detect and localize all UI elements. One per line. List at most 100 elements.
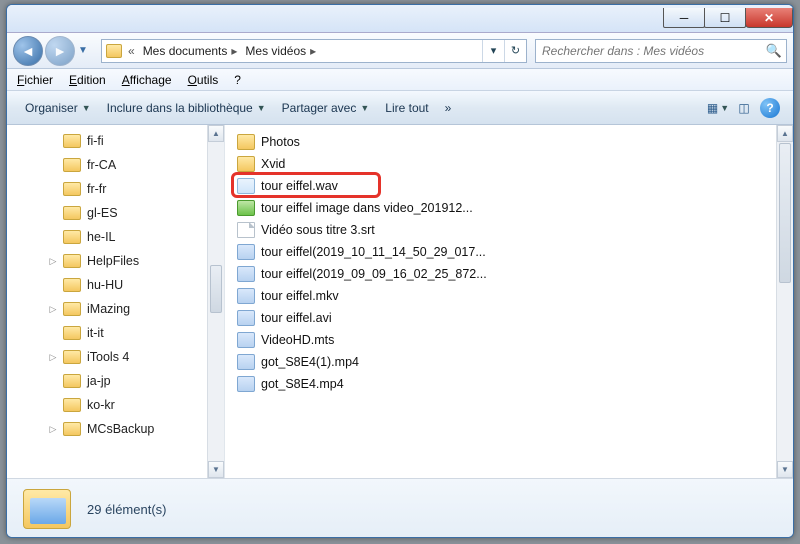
search-box[interactable]: 🔍 <box>535 39 787 63</box>
breadcrumb-item[interactable]: Mes vidéos <box>245 44 306 58</box>
folder-icon <box>63 302 81 316</box>
menu-file[interactable]: Fichier <box>17 73 53 87</box>
history-dropdown[interactable]: ▼ <box>75 45 91 56</box>
tree-item[interactable]: ▷ HelpFiles <box>7 249 224 273</box>
tree-item-label: HelpFiles <box>87 254 139 268</box>
folder-icon <box>63 350 81 364</box>
tree-item-label: it-it <box>87 326 104 340</box>
maximize-button[interactable]: ☐ <box>704 8 746 28</box>
menu-view[interactable]: Affichage <box>122 73 172 87</box>
tree-item-label: hu-HU <box>87 278 123 292</box>
tree-item[interactable]: ko-kr <box>7 393 224 417</box>
folder-icon <box>106 44 122 58</box>
tree-item[interactable]: it-it <box>7 321 224 345</box>
scroll-down-button[interactable]: ▼ <box>208 461 224 478</box>
folder-icon <box>63 134 81 148</box>
file-list[interactable]: PhotosXvid tour eiffel.wav tour eiffel ima… <box>225 125 793 478</box>
list-item[interactable]: Photos <box>237 131 793 153</box>
list-item[interactable]: tour eiffel(2019_09_09_16_02_25_872... <box>237 263 793 285</box>
list-item[interactable]: Xvid <box>237 153 793 175</box>
list-item[interactable]: tour eiffel image dans video_201912... <box>237 197 793 219</box>
tree-item-label: fr-CA <box>87 158 116 172</box>
folder-icon <box>63 158 81 172</box>
toolbar-overflow[interactable]: » <box>437 97 460 119</box>
list-item[interactable]: tour eiffel.mkv <box>237 285 793 307</box>
refresh-button[interactable]: ↻ <box>504 40 526 62</box>
tree-item[interactable]: fr-CA <box>7 153 224 177</box>
tree-item[interactable]: ▷iMazing <box>7 297 224 321</box>
tree-item[interactable]: fr-fr <box>7 177 224 201</box>
tree-item[interactable]: ▷iTools 4 <box>7 345 224 369</box>
titlebar[interactable]: ─ ☐ ✕ <box>7 5 793 33</box>
folder-icon <box>63 254 81 268</box>
tree-item[interactable]: gl-ES <box>7 201 224 225</box>
forward-button[interactable]: ► <box>45 36 75 66</box>
organize-button[interactable]: Organiser▼ <box>17 97 99 119</box>
tree-item[interactable]: he-IL <box>7 225 224 249</box>
folder-icon <box>63 398 81 412</box>
preview-pane-button[interactable]: ◫ <box>731 97 757 119</box>
vid-icon <box>237 288 255 304</box>
vid-icon <box>237 376 255 392</box>
chevron-right-icon[interactable]: ▸ <box>231 44 237 58</box>
item-count: 29 élément(s) <box>87 502 166 517</box>
file-name: tour eiffel.wav <box>261 179 338 193</box>
scroll-thumb[interactable] <box>779 143 791 283</box>
play-all-button[interactable]: Lire tout <box>377 97 436 119</box>
view-options-button[interactable]: ▦ ▼ <box>705 97 731 119</box>
tree-item[interactable]: hu-HU <box>7 273 224 297</box>
minimize-button[interactable]: ─ <box>663 8 705 28</box>
tree-scrollbar[interactable]: ▲ ▼ <box>207 125 224 478</box>
list-scrollbar[interactable]: ▲ ▼ <box>776 125 793 478</box>
include-library-button[interactable]: Inclure dans la bibliothèque▼ <box>99 97 274 119</box>
search-icon[interactable]: 🔍 <box>762 43 786 59</box>
search-input[interactable] <box>536 44 762 58</box>
address-dropdown[interactable]: ▾ <box>482 40 504 62</box>
img-icon <box>237 200 255 216</box>
list-item[interactable]: got_S8E4.mp4 <box>237 373 793 395</box>
scroll-thumb[interactable] <box>210 265 222 313</box>
tree-item-label: fi-fi <box>87 134 104 148</box>
menu-tools[interactable]: Outils <box>188 73 219 87</box>
scroll-up-button[interactable]: ▲ <box>208 125 224 142</box>
list-item[interactable]: tour eiffel.avi <box>237 307 793 329</box>
list-item[interactable]: VideoHD.mts <box>237 329 793 351</box>
scroll-up-button[interactable]: ▲ <box>777 125 793 142</box>
file-icon <box>237 222 255 238</box>
file-name: tour eiffel(2019_10_11_14_50_29_017... <box>261 245 486 259</box>
back-button[interactable]: ◄ <box>13 36 43 66</box>
tree-item[interactable]: ▷MCsBackup <box>7 417 224 441</box>
list-item[interactable]: tour eiffel.wav <box>237 175 793 197</box>
scroll-down-button[interactable]: ▼ <box>777 461 793 478</box>
tree-item[interactable]: fi-fi <box>7 129 224 153</box>
explorer-window: ─ ☐ ✕ ◄ ► ▼ « Mes documents▸ Mes vidéos▸… <box>6 4 794 538</box>
folder-tree[interactable]: fi-fi fr-CA fr-frgl-EShe-IL ▷ HelpFiles hu-HU… <box>7 125 225 478</box>
breadcrumb-up[interactable]: « <box>128 44 135 58</box>
tree-item-label: ko-kr <box>87 398 115 412</box>
tree-item[interactable]: ja-jp <box>7 369 224 393</box>
status-bar: 29 élément(s) <box>7 479 793 538</box>
expand-icon[interactable]: ▷ <box>47 256 59 267</box>
folder-icon <box>63 230 81 244</box>
menu-help[interactable]: ? <box>234 73 241 87</box>
breadcrumb-item[interactable]: Mes documents <box>143 44 228 58</box>
folder-icon <box>63 278 81 292</box>
file-name: tour eiffel.mkv <box>261 289 339 303</box>
expand-icon[interactable]: ▷ <box>47 304 59 315</box>
help-button[interactable]: ? <box>757 97 783 119</box>
folder-icon <box>237 156 255 172</box>
list-item[interactable]: tour eiffel(2019_10_11_14_50_29_017... <box>237 241 793 263</box>
vid-icon <box>237 266 255 282</box>
list-item[interactable]: Vidéo sous titre 3.srt <box>237 219 793 241</box>
expand-icon[interactable]: ▷ <box>47 352 59 363</box>
menu-edit[interactable]: Edition <box>69 73 106 87</box>
file-name: got_S8E4(1).mp4 <box>261 355 359 369</box>
folder-icon <box>63 206 81 220</box>
chevron-right-icon[interactable]: ▸ <box>310 44 316 58</box>
address-bar[interactable]: « Mes documents▸ Mes vidéos▸ ▾ ↻ <box>101 39 527 63</box>
expand-icon[interactable]: ▷ <box>47 424 59 435</box>
list-item[interactable]: got_S8E4(1).mp4 <box>237 351 793 373</box>
file-name: VideoHD.mts <box>261 333 334 347</box>
share-button[interactable]: Partager avec▼ <box>274 97 378 119</box>
close-button[interactable]: ✕ <box>745 8 793 28</box>
